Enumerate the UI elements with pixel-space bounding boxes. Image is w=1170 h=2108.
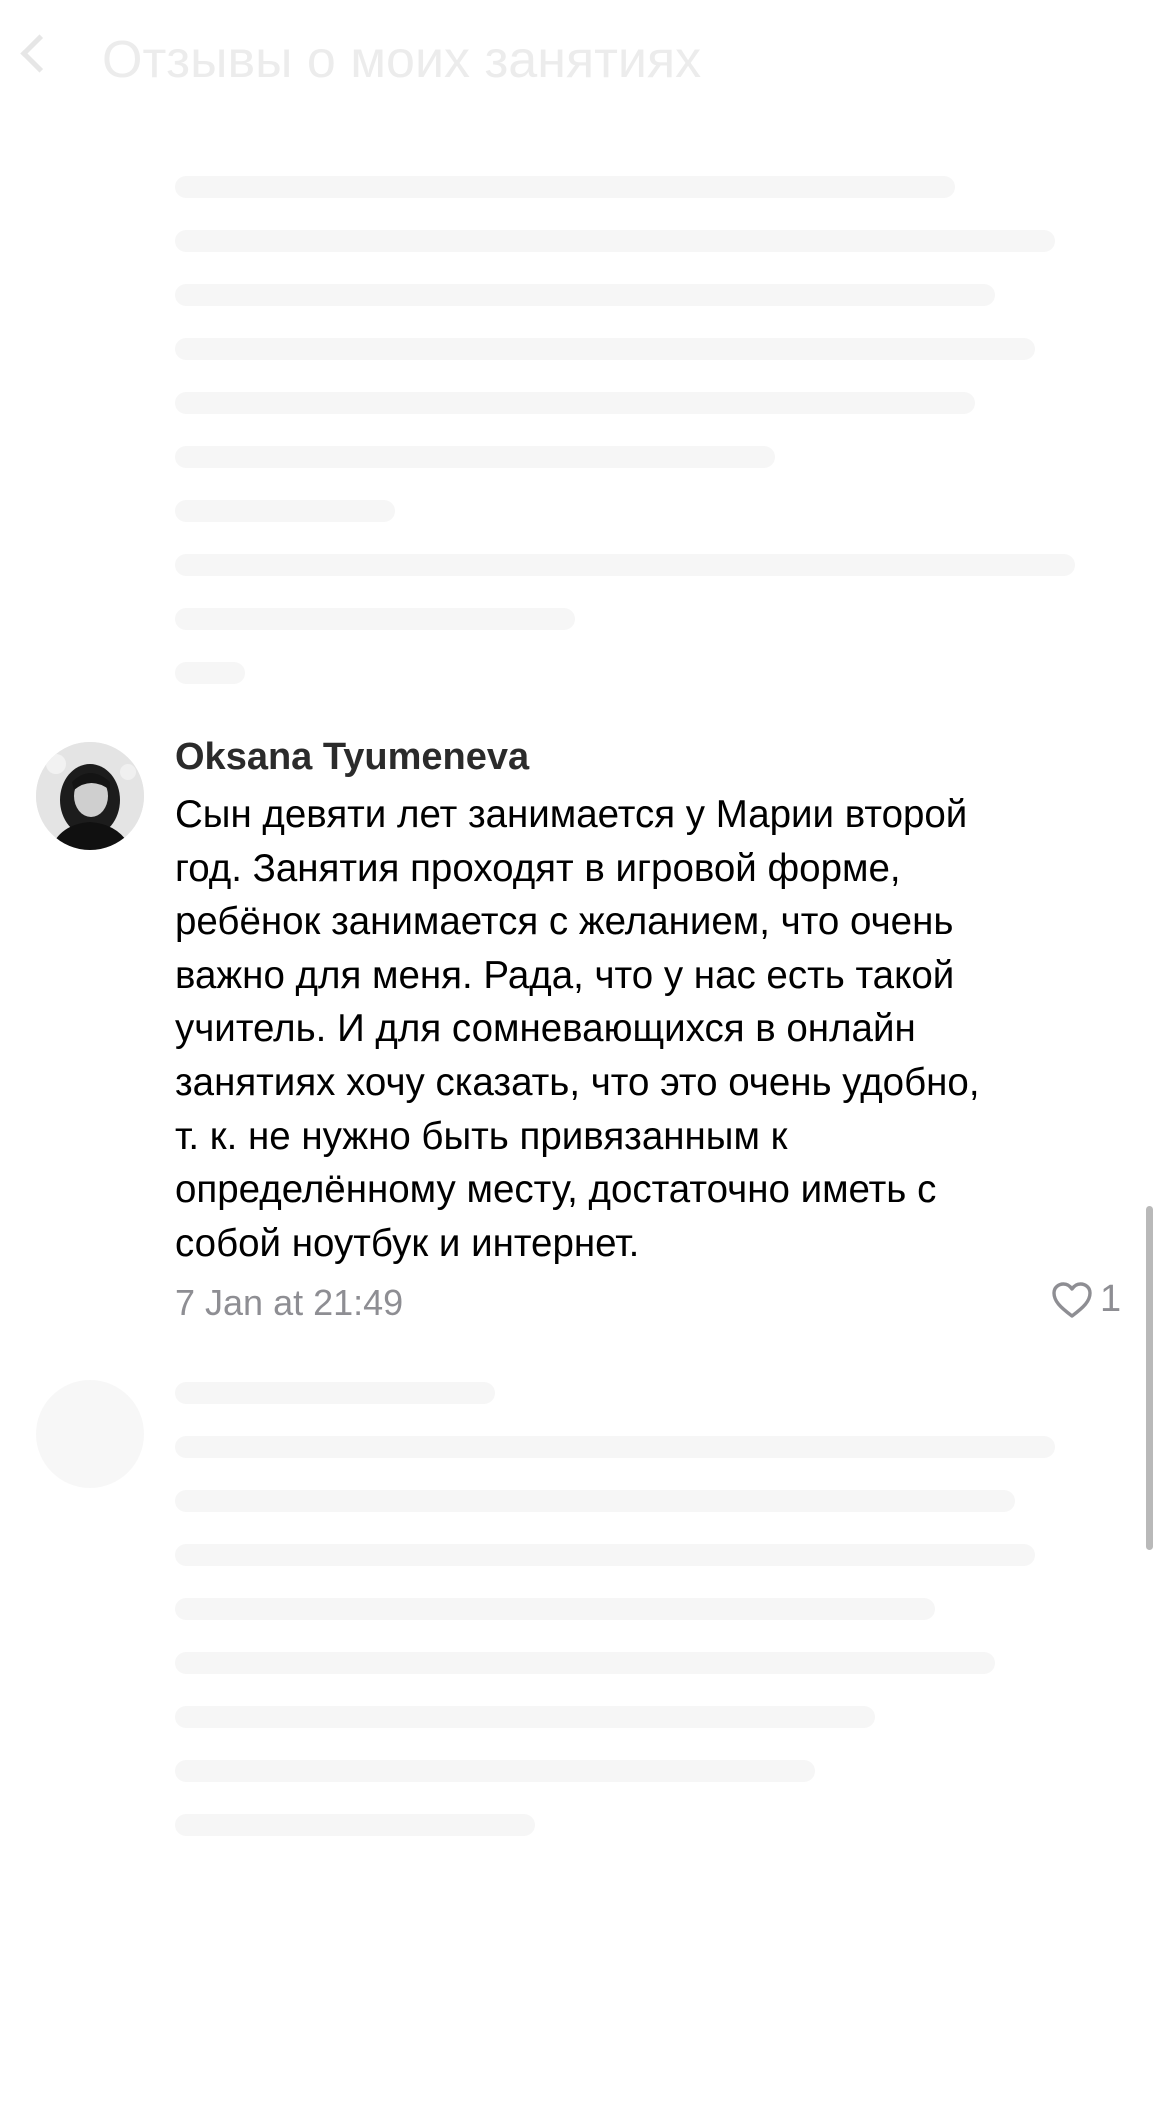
- like-count: 1: [1100, 1278, 1122, 1320]
- ghost-line: [175, 1760, 815, 1782]
- comment-text-line: занятиях хочу сказать, что это очень удо…: [175, 1060, 980, 1104]
- comment-text-line: ребёнок занимается с желанием, что очень: [175, 900, 954, 944]
- heart-outline-icon[interactable]: [1050, 1280, 1094, 1320]
- avatar[interactable]: [36, 742, 144, 850]
- ghost-line: [175, 554, 1075, 576]
- ghost-line: [175, 284, 995, 306]
- header-faded: Отзывы о моих занятиях: [0, 0, 1170, 120]
- back-chevron-icon[interactable]: [20, 34, 59, 73]
- comment-text-line: год. Занятия проходят в игровой форме,: [175, 846, 901, 890]
- ghost-line: [175, 230, 1055, 252]
- page-title: Отзывы о моих занятиях: [102, 31, 702, 89]
- ghost-line: [175, 1544, 1035, 1566]
- ghost-line: [175, 1652, 995, 1674]
- ghost-line: [175, 662, 245, 684]
- ghost-line: [175, 1598, 935, 1620]
- avatar-photo: [36, 742, 144, 850]
- comment-text-line: важно для меня. Рада, что у нас есть так…: [175, 953, 955, 997]
- comment-text-line: учитель. И для сомневающихся в онлайн: [175, 1007, 916, 1051]
- like-button[interactable]: 1: [1050, 1278, 1121, 1321]
- ghost-line: [175, 1490, 1015, 1512]
- comment-timestamp: 7 Jan at 21:49: [175, 1282, 404, 1323]
- comment-text: Сын девяти лет занимается у Марии второй…: [175, 788, 1110, 1270]
- ghost-line: [175, 608, 575, 630]
- ghost-line: [175, 338, 1035, 360]
- ghost-line: [175, 1814, 535, 1836]
- ghost-line: [175, 1706, 875, 1728]
- comment-text-line: определённому месту, достаточно иметь с: [175, 1168, 937, 1212]
- ghost-line: [175, 446, 775, 468]
- comment-author[interactable]: Oksana Tyumeneva: [175, 736, 529, 779]
- comment-text-line: Сын девяти лет занимается у Марии второй: [175, 793, 968, 836]
- comment-text-line: т. к. не нужно быть привязанным к: [175, 1114, 788, 1158]
- ghost-line: [175, 1382, 495, 1404]
- scroll-indicator[interactable]: [1146, 1206, 1153, 1550]
- ghost-line: [175, 1436, 1055, 1458]
- ghost-line: [175, 392, 975, 414]
- faded-next-avatar: [36, 1380, 144, 1488]
- ghost-line: [175, 176, 955, 198]
- ghost-line: [175, 500, 395, 522]
- comment-text-line: собой ноутбук и интернет.: [175, 1221, 640, 1265]
